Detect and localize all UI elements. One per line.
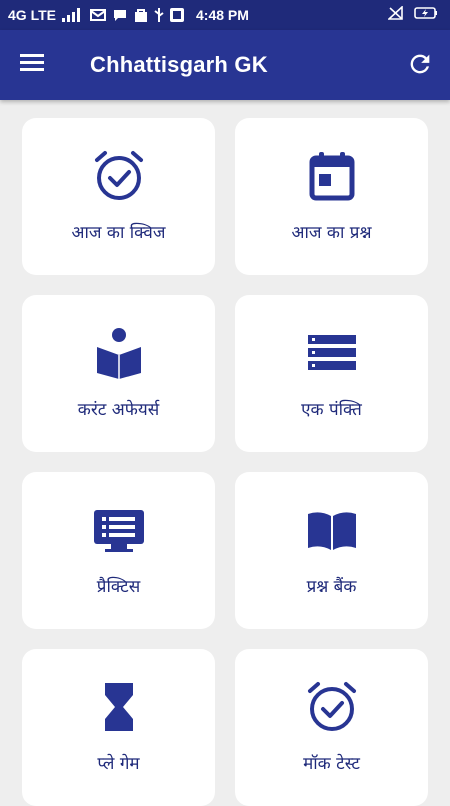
card-label: आज का क्विज: [71, 223, 166, 243]
card-today-quiz[interactable]: आज का क्विज: [22, 118, 215, 275]
mail-notification-icon: [89, 9, 106, 21]
app-title: Chhattisgarh GK: [90, 52, 268, 77]
card-mock-test[interactable]: मॉक टेस्ट: [235, 649, 428, 806]
card-label: आज का प्रश्न: [291, 223, 372, 243]
chat-notification-icon: [113, 10, 126, 21]
menu-button[interactable]: [20, 52, 50, 78]
status-right: [388, 6, 438, 20]
status-left: 4G LTE: [8, 7, 184, 23]
card-question-bank[interactable]: प्रश्न बैंक: [235, 472, 428, 629]
card-one-liner[interactable]: एक पंक्ति: [235, 295, 428, 452]
usb-icon: [154, 8, 164, 22]
refresh-icon: [410, 54, 430, 74]
battery-charging-icon: [414, 7, 437, 19]
network-label: 4G LTE: [8, 7, 56, 23]
alarm-clock-check-icon: [94, 151, 143, 200]
shopping-bag-icon: [134, 9, 147, 22]
card-label: करंट अफेयर्स: [77, 400, 160, 420]
signal-icon: [61, 8, 80, 22]
card-current-affairs[interactable]: करंट अफेयर्स: [22, 295, 215, 452]
card-practice[interactable]: प्रैक्टिस: [22, 472, 215, 629]
app-bar: Chhattisgarh GK: [0, 30, 450, 100]
calendar-icon: [309, 152, 354, 201]
alarm-clock-check-icon: [307, 682, 356, 731]
hourglass-icon: [104, 683, 133, 731]
card-label: एक पंक्ति: [301, 400, 362, 420]
volte-icon: [169, 8, 184, 22]
open-book-icon: [307, 512, 356, 550]
reading-person-icon: [96, 328, 141, 379]
card-label: प्रश्न बैंक: [306, 577, 357, 597]
card-label: मॉक टेस्ट: [303, 754, 360, 774]
menu-grid: आज का क्विज आज का प्रश्न करंट अफेयर्स एक…: [22, 118, 428, 806]
card-label: प्रैक्टिस: [96, 577, 141, 597]
card-today-question[interactable]: आज का प्रश्न: [235, 118, 428, 275]
list-icon: [307, 335, 356, 370]
no-signal-icon: [388, 6, 403, 20]
card-play-game[interactable]: प्ले गेम: [22, 649, 215, 806]
status-bar: 4G LTE 4:48 PM: [0, 0, 450, 30]
refresh-button[interactable]: [406, 50, 436, 80]
hamburger-menu-icon: [20, 54, 44, 71]
monitor-list-icon: [93, 510, 144, 552]
status-time: 4:48 PM: [196, 7, 249, 23]
card-label: प्ले गेम: [97, 754, 140, 774]
